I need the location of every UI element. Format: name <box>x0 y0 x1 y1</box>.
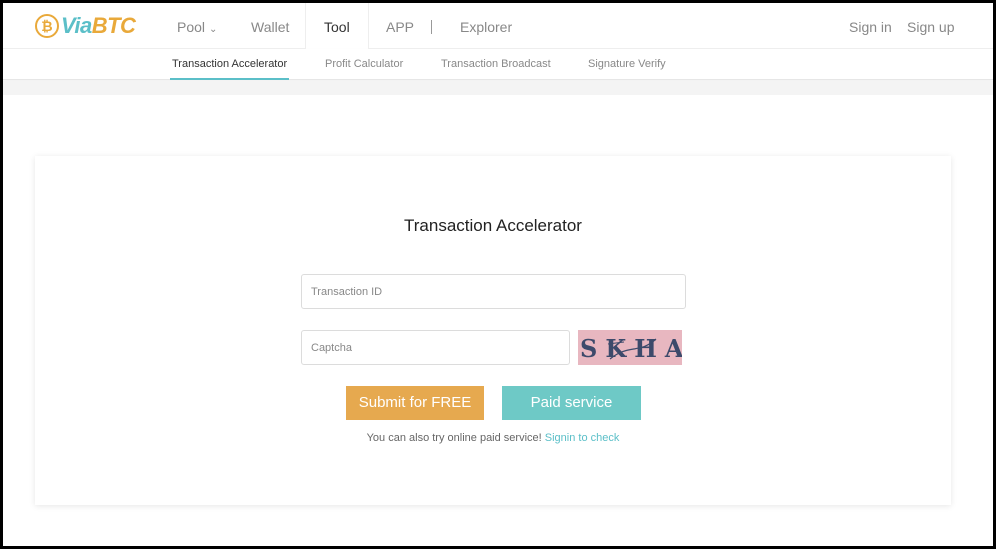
nav-wallet[interactable]: Wallet <box>251 3 289 49</box>
nav-pool[interactable]: Pool ⌄ <box>177 3 217 49</box>
nav-divider <box>431 20 432 34</box>
browser-viewport: ₿ ViaBTC Pool ⌄ Wallet Tool APP Explorer … <box>3 3 993 546</box>
paid-service-note: You can also try online paid service! Si… <box>366 432 620 444</box>
nav-explorer[interactable]: Explorer <box>460 3 512 49</box>
captcha-image[interactable]: SKHA <box>578 330 682 365</box>
transaction-id-input[interactable] <box>301 274 686 309</box>
svg-text:SKHA: SKHA <box>580 334 682 363</box>
subnav-signature-verify[interactable]: Signature Verify <box>588 49 666 80</box>
top-navigation: ₿ ViaBTC Pool ⌄ Wallet Tool APP Explorer … <box>3 3 993 50</box>
paid-service-button[interactable]: Paid service <box>502 386 641 420</box>
sign-in-link[interactable]: Sign in <box>849 3 892 49</box>
logo-wordmark: ViaBTC <box>61 13 136 38</box>
captcha-input[interactable] <box>301 330 570 365</box>
tool-sub-navigation: Transaction Accelerator Profit Calculato… <box>3 49 993 80</box>
subnav-transaction-accelerator[interactable]: Transaction Accelerator <box>169 49 290 80</box>
page-title: Transaction Accelerator <box>404 216 582 235</box>
page-background-strip <box>3 81 993 95</box>
signin-to-check-link[interactable]: Signin to check <box>545 432 620 444</box>
bitcoin-coin-icon: ₿ <box>35 14 59 38</box>
accelerator-card: Transaction Accelerator SKHA Submit for … <box>35 156 951 505</box>
subnav-profit-calculator[interactable]: Profit Calculator <box>325 49 403 80</box>
nav-app[interactable]: APP <box>386 3 414 49</box>
nav-tool[interactable]: Tool <box>305 3 369 50</box>
subnav-transaction-broadcast[interactable]: Transaction Broadcast <box>441 49 551 80</box>
viabtc-logo[interactable]: ₿ ViaBTC <box>35 12 136 40</box>
submit-for-free-button[interactable]: Submit for FREE <box>346 386 484 420</box>
sign-up-link[interactable]: Sign up <box>907 3 954 49</box>
chevron-down-icon: ⌄ <box>209 24 218 35</box>
